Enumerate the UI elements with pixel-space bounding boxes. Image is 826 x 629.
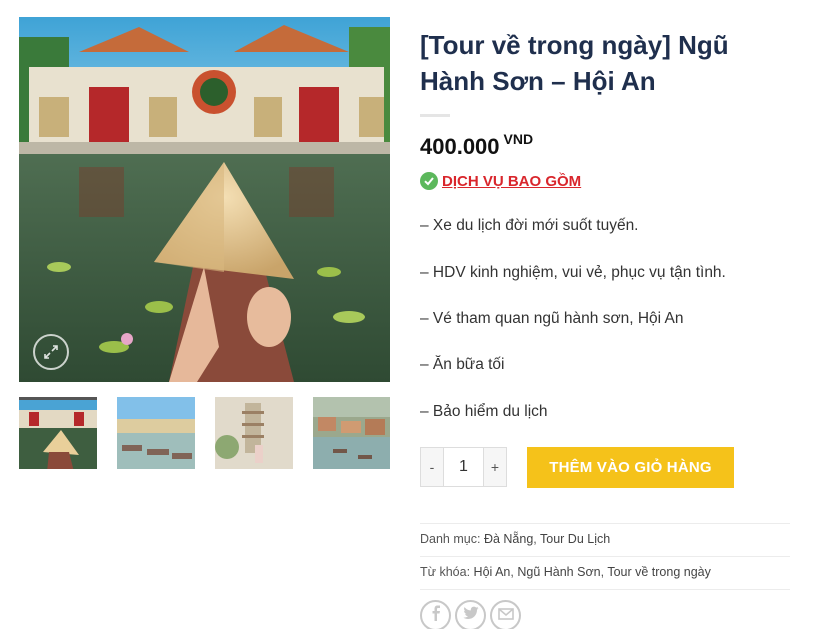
share-email-button[interactable] (490, 600, 521, 629)
temple-pond-photo (19, 17, 390, 382)
title-divider (420, 114, 450, 117)
product-price: 400.000 VND (420, 131, 533, 160)
share-twitter-button[interactable] (455, 600, 486, 629)
category-link[interactable]: Đà Nẵng (484, 532, 533, 546)
thumbnail-2[interactable] (117, 397, 195, 469)
quantity-minus-button[interactable]: - (421, 448, 443, 486)
feature-item: – Vé tham quan ngũ hành sơn, Hội An (420, 310, 684, 327)
twitter-icon (462, 606, 479, 625)
product-main-image[interactable] (19, 17, 390, 382)
thumbnail-3[interactable] (215, 397, 293, 469)
category-label: Danh mục: (420, 532, 481, 546)
product-categories: Danh mục: Đà Nẵng, Tour Du Lịch (420, 532, 610, 546)
meta-divider (420, 556, 790, 557)
facebook-icon (430, 605, 442, 626)
thumbnail-4[interactable] (313, 397, 390, 469)
thumbnail-gallery (19, 397, 390, 469)
quantity-plus-button[interactable]: + (484, 448, 506, 486)
price-amount: 400.000 (420, 134, 500, 159)
meta-divider (420, 523, 790, 524)
quantity-stepper: - 1 + (420, 447, 507, 487)
thumbnail-1[interactable] (19, 397, 97, 469)
zoom-icon (43, 344, 59, 360)
add-to-cart-button[interactable]: THÊM VÀO GIỎ HÀNG (527, 447, 734, 488)
share-facebook-button[interactable] (420, 600, 451, 629)
category-link[interactable]: Tour Du Lịch (540, 532, 610, 546)
feature-item: – Xe du lịch đời mới suốt tuyến. (420, 217, 639, 234)
tag-link[interactable]: Tour về trong ngày (607, 565, 711, 579)
includes-link[interactable]: DỊCH VỤ BAO GỒM (442, 173, 581, 190)
tag-label: Từ khóa: (420, 565, 471, 579)
tag-link[interactable]: Hội An (474, 565, 511, 579)
check-circle-icon (420, 172, 438, 190)
feature-item: – Ăn bữa tối (420, 356, 505, 373)
feature-item: – HDV kinh nghiệm, vui vẻ, phục vụ tận t… (420, 264, 726, 281)
includes-heading: DỊCH VỤ BAO GỒM (420, 172, 581, 190)
meta-separator: , (533, 532, 541, 546)
quantity-input[interactable]: 1 (443, 448, 484, 486)
product-title: [Tour về trong ngày] Ngũ Hành Sơn – Hội … (420, 30, 729, 96)
email-icon (497, 607, 514, 625)
tag-link[interactable]: Ngũ Hành Sơn (517, 565, 600, 579)
price-currency: VND (503, 131, 534, 147)
feature-item: – Bảo hiểm du lịch (420, 403, 548, 420)
meta-divider (420, 589, 790, 590)
product-tags: Từ khóa: Hội An, Ngũ Hành Sơn, Tour về t… (420, 565, 711, 579)
zoom-button[interactable] (33, 334, 69, 370)
share-icons (420, 600, 521, 629)
